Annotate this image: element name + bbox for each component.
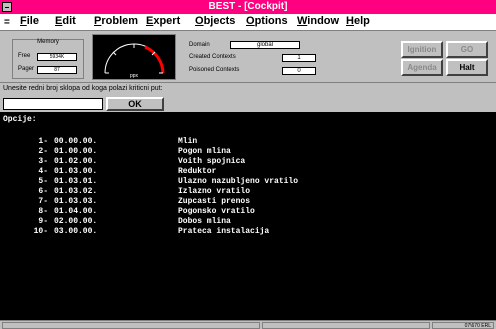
option-name: Ulazno nazubljeno vratilo	[178, 177, 299, 186]
menu-edit[interactable]: Edit	[55, 15, 76, 27]
option-name: Reduktor	[178, 167, 217, 176]
memory-heading: Memory	[37, 39, 59, 45]
option-name: Dobos mlina	[178, 217, 231, 226]
go-button[interactable]: GO	[446, 41, 488, 58]
part-number-input[interactable]	[3, 98, 103, 110]
option-code: 03.00.00.	[54, 227, 98, 236]
menu-objects[interactable]: Objects	[195, 15, 235, 27]
prompt-text: Unesite redni broj sklopa od koga polazi…	[3, 85, 163, 92]
option-number: 7-	[38, 197, 48, 206]
status-cell-main	[2, 322, 260, 329]
option-number: 5-	[38, 177, 48, 186]
window-title: BEST - [Cockpit]	[208, 1, 288, 12]
memory-group: Memory Free 5934K Pager 87	[12, 39, 84, 79]
option-code: 01.03.03.	[54, 197, 98, 206]
status-cell-right: 07\670 ERL	[432, 322, 494, 329]
agenda-button[interactable]: Agenda	[401, 59, 443, 76]
menu-bar: = File Edit Problem Expert Objects Optio…	[0, 14, 496, 31]
option-number: 8-	[38, 207, 48, 216]
option-name: Voith spojnica	[178, 157, 246, 166]
domain-field[interactable]: global	[230, 41, 300, 49]
option-number: 4-	[38, 167, 48, 176]
menu-problem[interactable]: Problem	[94, 15, 138, 27]
option-code: 01.03.01.	[54, 177, 98, 186]
menu-expert[interactable]: Expert	[146, 15, 180, 27]
speed-gauge: ppx	[92, 34, 176, 80]
option-number: 9-	[38, 217, 48, 226]
option-code: 00.00.00.	[54, 137, 98, 146]
status-bar: 07\670 ERL	[0, 320, 496, 329]
menu-help[interactable]: Help	[346, 15, 370, 27]
poisoned-contexts-value: 0	[282, 67, 316, 75]
option-name: Zupcasti prenos	[178, 197, 251, 206]
domain-group: Domain global Created Contexts 1 Poisone…	[186, 34, 336, 80]
option-name: Mlin	[178, 137, 198, 146]
option-number: 10-	[33, 227, 48, 236]
console-heading: Opcije:	[3, 115, 37, 124]
option-code: 02.00.00.	[54, 217, 98, 226]
console-output: Opcije: 1- 00.00.00. Mlin 2- 01.00.00. Pogon …	[0, 112, 496, 320]
gauge-label: ppx	[130, 73, 139, 79]
option-number: 6-	[38, 187, 48, 196]
option-code: 01.03.02.	[54, 187, 98, 196]
option-code: 01.03.00.	[54, 167, 98, 176]
option-name: Pogonsko vratilo	[178, 207, 255, 216]
pager-value: 87	[37, 66, 77, 74]
poisoned-contexts-label: Poisoned Contexts	[189, 67, 240, 73]
option-number: 3-	[38, 157, 48, 166]
menu-file[interactable]: File	[20, 15, 39, 27]
halt-button[interactable]: Halt	[446, 59, 488, 76]
option-number: 1-	[38, 137, 48, 146]
pager-label: Pager	[18, 66, 35, 72]
option-name: Izlazno vratilo	[178, 187, 251, 196]
option-code: 01.04.00.	[54, 207, 98, 216]
option-name: Prateca instalacija	[178, 227, 270, 236]
free-value: 5934K	[37, 53, 77, 61]
document-control-icon[interactable]: =	[4, 17, 10, 28]
ok-button[interactable]: OK	[106, 97, 164, 111]
gauge-graphic: ppx	[104, 43, 165, 79]
status-cell-middle	[262, 322, 430, 329]
option-code: 01.02.00.	[54, 157, 98, 166]
input-prompt-area: Unesite redni broj sklopa od koga polazi…	[0, 82, 496, 113]
created-contexts-value: 1	[282, 54, 316, 62]
menu-options[interactable]: Options	[246, 15, 288, 27]
cockpit-panel: Memory Free 5934K Pager 87 ppx Domain gl…	[0, 31, 496, 81]
gauge-red-zone	[144, 45, 165, 74]
created-contexts-label: Created Contexts	[189, 54, 236, 60]
ignition-button[interactable]: Ignition	[401, 41, 443, 58]
menu-window[interactable]: Window	[297, 15, 339, 27]
free-label: Free	[18, 53, 31, 59]
domain-label: Domain	[189, 42, 210, 48]
option-name: Pogon mlina	[178, 147, 231, 156]
window-title-bar: BEST - [Cockpit]	[0, 0, 496, 14]
option-number: 2-	[38, 147, 48, 156]
option-code: 01.00.00.	[54, 147, 98, 156]
system-menu-icon[interactable]	[2, 2, 12, 12]
